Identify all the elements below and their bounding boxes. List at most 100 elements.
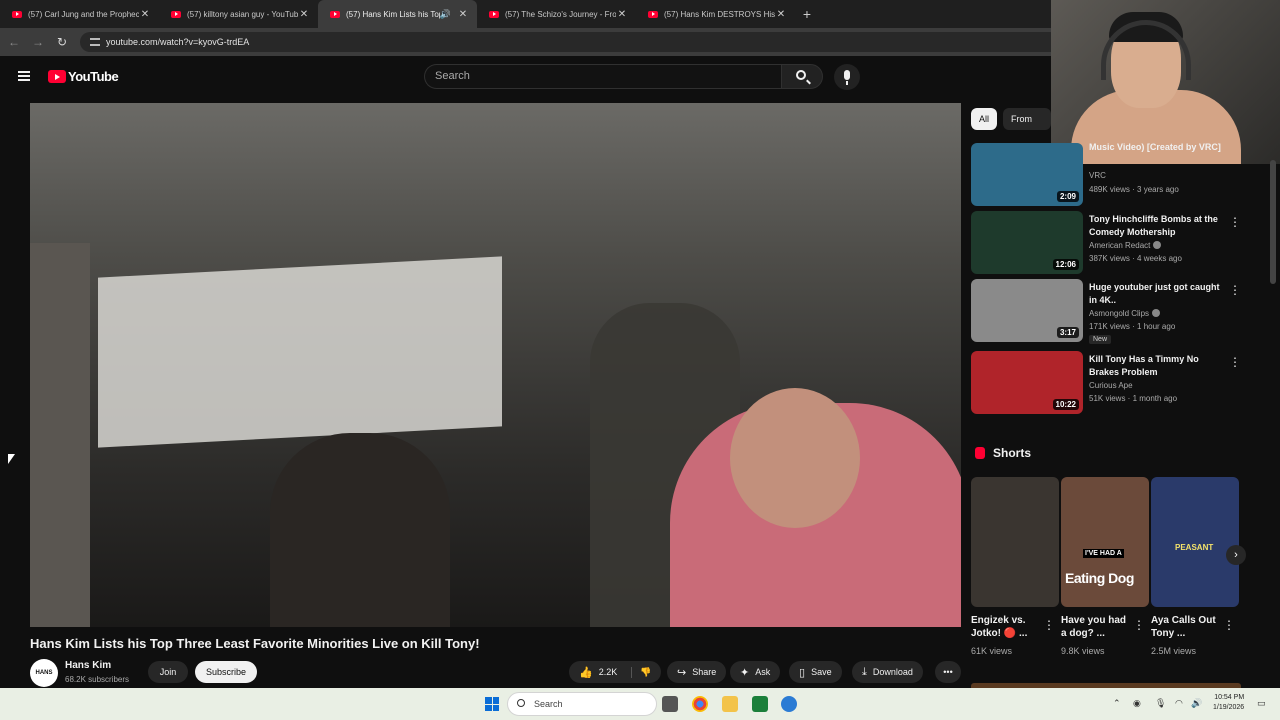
- close-tab-icon[interactable]: ✕: [298, 9, 310, 20]
- shorts-icon: [975, 447, 985, 459]
- ask-button[interactable]: ✦ Ask: [730, 661, 781, 683]
- site-info-icon[interactable]: [90, 38, 100, 46]
- share-button[interactable]: ↪ Share: [667, 661, 727, 683]
- subscribe-button[interactable]: Subscribe: [195, 661, 257, 683]
- browser-tab-5[interactable]: (57) Hans Kim DESTROYS His C ✕: [636, 0, 795, 28]
- recommendation-item[interactable]: 10:22 Kill Tony Has a Timmy No Brakes Pr…: [971, 351, 1241, 415]
- short-thumbnail[interactable]: [971, 477, 1059, 607]
- duration-badge: 10:22: [1052, 399, 1079, 410]
- recommendation-item[interactable]: 2:09 Music Video) [Created by VRC] VRC 4…: [971, 141, 1241, 207]
- scrollbar-thumb[interactable]: [1270, 160, 1276, 284]
- more-vertical-icon[interactable]: ⋮: [1229, 283, 1241, 297]
- system-clock[interactable]: 10:54 PM 1/19/2026: [1213, 693, 1244, 713]
- tab-title: (57) killtony asian guy - YouTube: [187, 9, 298, 19]
- share-icon: ↪: [677, 666, 687, 679]
- file-explorer-icon[interactable]: [722, 696, 738, 712]
- short-thumbnail[interactable]: I'VE HAD A Eating Dog: [1061, 477, 1149, 607]
- chip-all[interactable]: All: [971, 108, 998, 130]
- video-player[interactable]: [30, 103, 961, 627]
- app-icon[interactable]: [752, 696, 768, 712]
- search-icon: [796, 70, 806, 80]
- like-count[interactable]: 2.2K: [599, 667, 618, 677]
- close-tab-icon[interactable]: ✕: [616, 9, 628, 20]
- more-vertical-icon[interactable]: ⋮: [1229, 355, 1241, 369]
- short-views: 2.5M views: [1151, 646, 1197, 656]
- youtube-favicon-icon: [171, 10, 181, 18]
- recommendation-item[interactable]: 12:06 Tony Hinchcliffe Bombs at the Come…: [971, 211, 1241, 275]
- shorts-next-button[interactable]: ›: [1226, 545, 1246, 565]
- short-thumbnail[interactable]: PEASANT: [1151, 477, 1239, 607]
- volume-icon[interactable]: 🔊: [1191, 698, 1202, 709]
- recommendation-title[interactable]: Kill Tony Has a Timmy No Brakes Problem: [1089, 353, 1221, 379]
- recommendation-channel[interactable]: Asmongold Clips: [1089, 309, 1161, 318]
- microphone-icon[interactable]: 🎙: [1155, 698, 1166, 709]
- recommendation-channel[interactable]: Curious Ape: [1089, 381, 1133, 390]
- video-frame-figure: [730, 388, 860, 528]
- channel-avatar[interactable]: HANS: [30, 659, 58, 687]
- download-button[interactable]: ⤓ Download: [852, 661, 923, 683]
- recommendation-title[interactable]: Huge youtuber just got caught in 4K..: [1089, 281, 1221, 307]
- microphone-icon: [844, 70, 850, 85]
- video-title: Hans Kim Lists his Top Three Least Favor…: [30, 636, 480, 651]
- close-tab-icon[interactable]: ✕: [457, 9, 469, 20]
- join-button[interactable]: Join: [148, 661, 188, 683]
- mouse-cursor-icon: [8, 454, 15, 464]
- download-icon: ⤓: [862, 665, 867, 678]
- recommendation-channel[interactable]: VRC: [1089, 171, 1106, 180]
- video-frame-banner: [98, 256, 502, 448]
- recommendation-meta: 489K views · 3 years ago: [1089, 185, 1179, 194]
- chip-from-channel[interactable]: From Han: [1003, 108, 1051, 130]
- speaker-icon[interactable]: 🔊: [440, 9, 451, 20]
- recommendation-title[interactable]: Music Video) [Created by VRC]: [1089, 141, 1221, 154]
- close-tab-icon[interactable]: ✕: [775, 9, 787, 20]
- video-thumbnail[interactable]: 12:06: [971, 211, 1083, 274]
- save-button[interactable]: ▯ Save: [789, 661, 842, 683]
- tab-title: (57) Hans Kim Lists his Top: [346, 9, 440, 19]
- back-arrow-icon[interactable]: ←: [2, 35, 26, 49]
- browser-tab-4[interactable]: (57) The Schizo's Journey - From ✕: [477, 0, 636, 28]
- channel-name[interactable]: Hans Kim: [65, 660, 111, 671]
- browser-tab-3-active[interactable]: (57) Hans Kim Lists his Top 🔊 ✕: [318, 0, 477, 28]
- recommendation-channel[interactable]: American Redact: [1089, 241, 1162, 250]
- tray-app-icon[interactable]: ◉: [1133, 698, 1141, 709]
- recommendation-item[interactable]: 3:17 Huge youtuber just got caught in 4K…: [971, 279, 1241, 344]
- more-vertical-icon[interactable]: ⋮: [1223, 618, 1235, 632]
- video-thumbnail[interactable]: 2:09: [971, 143, 1083, 206]
- url-field[interactable]: youtube.com/watch?v=kyovG-trdEA: [80, 32, 1060, 52]
- close-tab-icon[interactable]: ✕: [139, 9, 151, 20]
- wifi-icon[interactable]: ◠: [1175, 698, 1183, 709]
- browser-tab-2[interactable]: (57) killtony asian guy - YouTube ✕: [159, 0, 318, 28]
- browser-tab-1[interactable]: (57) Carl Jung and the Prophecy ✕: [0, 0, 159, 28]
- more-vertical-icon[interactable]: ⋮: [1229, 215, 1241, 229]
- hamburger-menu-icon[interactable]: [18, 71, 30, 81]
- more-vertical-icon[interactable]: ⋮: [1043, 618, 1055, 632]
- chrome-icon[interactable]: [692, 696, 708, 712]
- search-icon: [517, 699, 525, 707]
- short-title[interactable]: Engizek vs. Jotko! 🔴 ...: [971, 614, 1043, 640]
- video-thumbnail[interactable]: 10:22: [971, 351, 1083, 414]
- new-badge: New: [1089, 335, 1112, 344]
- youtube-favicon-icon: [330, 10, 340, 18]
- search-button[interactable]: [781, 64, 823, 89]
- windows-start-icon[interactable]: [485, 697, 499, 711]
- search-input[interactable]: Search: [424, 64, 782, 89]
- app-icon[interactable]: [781, 696, 797, 712]
- thumbs-down-icon[interactable]: 👎: [631, 666, 651, 678]
- recommendation-title[interactable]: Tony Hinchcliffe Bombs at the Comedy Mot…: [1089, 213, 1221, 239]
- chevron-up-icon[interactable]: ⌃: [1113, 698, 1121, 709]
- more-actions-button[interactable]: •••: [935, 661, 961, 683]
- short-title[interactable]: Have you had a dog? ...: [1061, 614, 1133, 640]
- notifications-icon[interactable]: ▭: [1257, 698, 1266, 709]
- youtube-favicon-icon: [648, 10, 658, 18]
- short-title[interactable]: Aya Calls Out Tony ...: [1151, 614, 1223, 640]
- video-thumbnail[interactable]: 3:17: [971, 279, 1083, 342]
- voice-search-button[interactable]: [834, 64, 860, 90]
- reload-icon[interactable]: ↻: [50, 35, 74, 49]
- taskbar-search-input[interactable]: Search: [507, 692, 657, 716]
- thumbs-up-icon[interactable]: 👍: [579, 666, 593, 679]
- new-tab-button[interactable]: +: [795, 6, 819, 22]
- forward-arrow-icon[interactable]: →: [26, 35, 50, 49]
- youtube-logo[interactable]: YouTube: [48, 69, 119, 84]
- more-vertical-icon[interactable]: ⋮: [1133, 618, 1145, 632]
- task-view-icon[interactable]: [662, 696, 678, 712]
